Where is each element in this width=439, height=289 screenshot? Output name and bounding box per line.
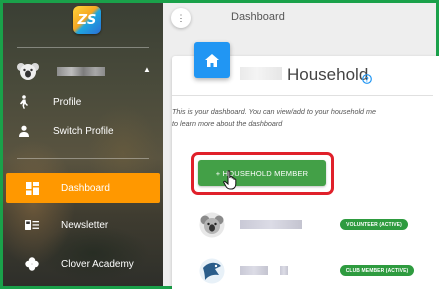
more-vertical-icon[interactable]: ⋮ (171, 8, 191, 28)
status-badge: VOLUNTEER (ACTIVE) (340, 219, 408, 230)
sidebar-item-newsletter[interactable]: Newsletter (3, 210, 163, 240)
sidebar-divider (17, 158, 149, 159)
list-item[interactable]: CLUB MEMBER (ACTIVE) (172, 251, 433, 289)
card-divider (172, 95, 433, 96)
person-icon (17, 124, 31, 138)
home-icon (194, 42, 230, 78)
clover-icon (25, 257, 39, 271)
sidebar-item-profile[interactable]: Profile (17, 92, 157, 112)
bird-avatar-icon (199, 258, 225, 284)
card-title: Household (287, 65, 369, 84)
user-menu[interactable]: ▲ (17, 61, 157, 83)
help-icon[interactable]: ? (362, 71, 372, 84)
user-name-redacted (57, 67, 105, 76)
member-name-redacted (240, 220, 302, 229)
household-name-redacted (240, 67, 282, 80)
page-title: Dashboard (231, 11, 285, 23)
status-badge: CLUB MEMBER (ACTIVE) (340, 265, 414, 276)
newsletter-icon (25, 218, 39, 232)
top-bar: ⋮ Dashboard (163, 3, 436, 33)
sidebar-item-label: Clover Academy (61, 258, 134, 270)
koala-avatar-icon (17, 61, 39, 81)
sidebar-item-label: Switch Profile (53, 125, 114, 137)
koala-avatar-icon (199, 212, 225, 238)
add-household-member-button[interactable]: + HOUSEHOLD MEMBER (198, 160, 326, 186)
sidebar-item-clover-academy[interactable]: Clover Academy (3, 249, 163, 279)
sidebar: ZS ▲ Profile Switch Profile Dashboard Ne… (3, 3, 163, 286)
app-logo[interactable]: ZS (73, 6, 101, 34)
sidebar-divider (17, 47, 149, 48)
sidebar-item-label: Dashboard (61, 182, 110, 194)
description-line: to learn more about the dashboard (172, 119, 283, 128)
list-item[interactable]: VOLUNTEER (ACTIVE) (172, 205, 433, 245)
member-name-redacted (240, 266, 268, 275)
person-walking-icon (17, 95, 31, 109)
svg-text:?: ? (365, 76, 369, 83)
sidebar-item-switch-profile[interactable]: Switch Profile (17, 121, 157, 141)
member-name-redacted (280, 266, 288, 275)
description-line: This is your dashboard. You can view/add… (172, 107, 377, 116)
sidebar-item-label: Profile (53, 96, 82, 108)
dashboard-description: This is your dashboard. You can view/add… (172, 106, 439, 130)
hand-pointer-icon (223, 170, 239, 190)
sidebar-item-label: Newsletter (61, 219, 109, 231)
dashboard-icon (25, 181, 39, 195)
sidebar-item-dashboard[interactable]: Dashboard (6, 173, 160, 203)
caret-up-icon: ▲ (143, 65, 151, 74)
